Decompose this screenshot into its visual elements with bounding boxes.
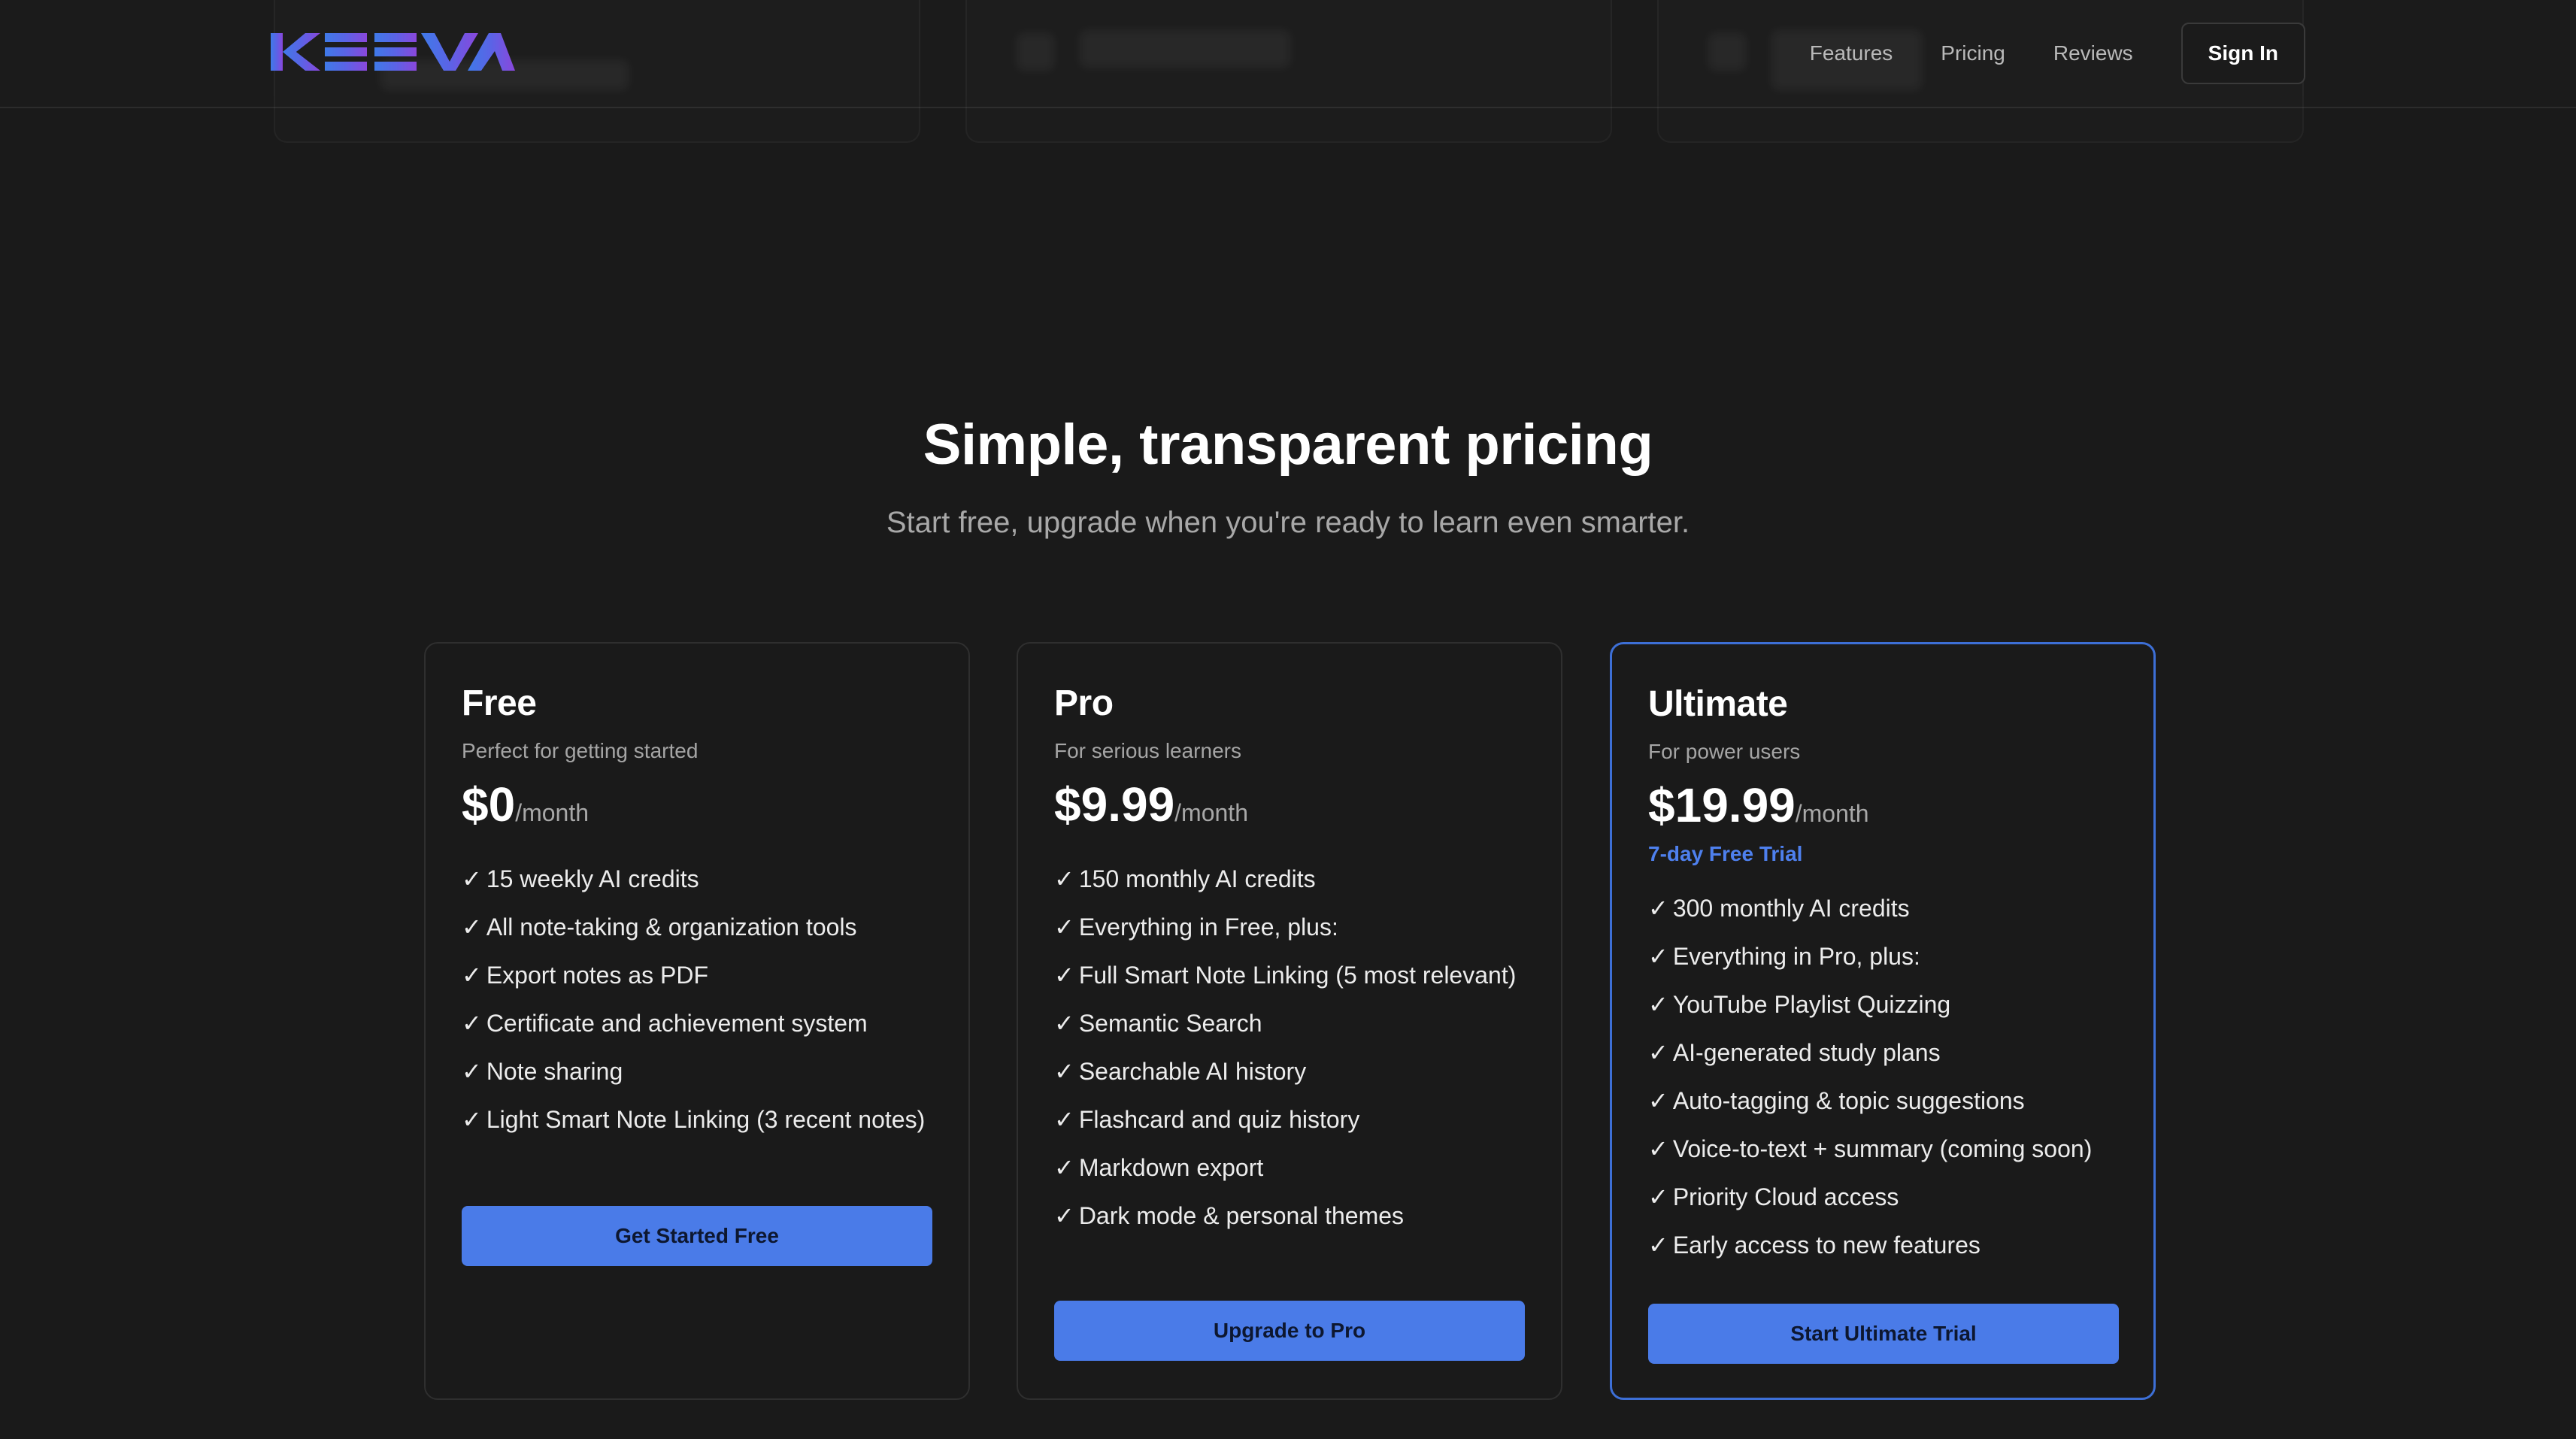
- get-started-free-button[interactable]: Get Started Free: [462, 1206, 932, 1266]
- sign-in-button[interactable]: Sign In: [2181, 23, 2305, 84]
- plan-name: Pro: [1054, 683, 1114, 723]
- checkmark-icon: ✓: [1648, 943, 1668, 970]
- free-trial-badge: 7-day Free Trial: [1648, 842, 1803, 865]
- feature-item: ✓ Everything in Pro, plus:: [1648, 943, 1920, 970]
- faded-feature-card: [965, 0, 1612, 143]
- feature-item: ✓ Certificate and achievement system: [462, 1010, 868, 1037]
- feature-list: ✓ 300 monthly AI credits ✓ Everything in P…: [1648, 890, 2117, 1263]
- feature-list: ✓ 15 weekly AI credits ✓ All note-taking &…: [462, 861, 932, 1138]
- checkmark-icon: ✓: [1648, 1231, 1668, 1259]
- price-row: $0 /month: [462, 777, 932, 832]
- plan-price: $19.99: [1648, 778, 1796, 832]
- checkmark-icon: ✓: [1648, 895, 1668, 922]
- price-period: /month: [1795, 800, 1869, 827]
- plan-price: $0: [462, 777, 516, 832]
- feature-item: ✓ Note sharing: [462, 1058, 623, 1085]
- feature-item: ✓ Light Smart Note Linking (3 recent note…: [462, 1106, 926, 1133]
- feature-item: ✓ Semantic Search: [1054, 1010, 1262, 1037]
- checkmark-icon: ✓: [1648, 1135, 1668, 1162]
- checkmark-icon: ✓: [462, 1106, 482, 1133]
- feature-item: ✓ AI-generated study plans: [1648, 1039, 1941, 1066]
- pricing-title: Simple, transparent pricing: [923, 413, 1653, 477]
- price-row: $9.99 /month: [1054, 777, 1525, 832]
- checkmark-icon: ✓: [1648, 1087, 1668, 1114]
- checkmark-icon: ✓: [1648, 1183, 1668, 1210]
- feature-item: ✓ Export notes as PDF: [462, 962, 709, 989]
- checkmark-icon: ✓: [1054, 1202, 1074, 1229]
- feature-item: ✓ Full Smart Note Linking (5 most relevan…: [1054, 962, 1517, 989]
- upgrade-to-pro-button[interactable]: Upgrade to Pro: [1054, 1301, 1525, 1361]
- feature-item: ✓ All note-taking & organization tools: [462, 913, 857, 941]
- checkmark-icon: ✓: [1054, 1154, 1074, 1181]
- checkmark-icon: ✓: [1054, 962, 1074, 989]
- checkmark-icon: ✓: [1648, 1039, 1668, 1066]
- price-period: /month: [1174, 799, 1248, 826]
- feature-item: ✓ Auto-tagging & topic suggestions: [1648, 1087, 2025, 1114]
- checkmark-icon: ✓: [462, 865, 482, 892]
- checkmark-icon: ✓: [462, 1010, 482, 1037]
- pricing-card-free: Free Perfect for getting started $0 /mon…: [424, 642, 970, 1400]
- feature-item: ✓ Priority Cloud access: [1648, 1183, 1899, 1210]
- logo-wordmark: [271, 33, 515, 71]
- feature-item: ✓ Voice-to-text + summary (coming soon): [1648, 1135, 2093, 1162]
- plan-tagline: Perfect for getting started: [462, 739, 699, 762]
- nav-link-reviews[interactable]: Reviews: [2053, 41, 2133, 65]
- checkmark-icon: ✓: [1054, 913, 1074, 941]
- feature-item: ✓ Searchable AI history: [1054, 1058, 1307, 1085]
- pricing-card-ultimate: Ultimate For power users $19.99 /month 7…: [1610, 642, 2156, 1400]
- price-period: /month: [515, 799, 589, 826]
- checkmark-icon: ✓: [462, 913, 482, 941]
- pricing-card-pro: Pro For serious learners $9.99 /month ✓ 1…: [1017, 642, 1562, 1400]
- plan-tagline: For power users: [1648, 740, 1801, 763]
- checkmark-icon: ✓: [1054, 1106, 1074, 1133]
- checkmark-icon: ✓: [1648, 991, 1668, 1018]
- price-row: $19.99 /month: [1648, 777, 2117, 833]
- nav-link-features[interactable]: Features: [1810, 41, 1893, 65]
- plan-tagline: For serious learners: [1054, 739, 1241, 762]
- top-navigation-bar: Features Pricing Reviews Sign In: [0, 0, 2576, 143]
- feature-item: ✓ Flashcard and quiz history: [1054, 1106, 1360, 1133]
- feature-item: ✓ 150 monthly AI credits: [1054, 865, 1316, 892]
- main-nav: Features Pricing Reviews Sign In: [1810, 23, 2305, 84]
- feature-list: ✓ 150 monthly AI credits ✓ Everything in F…: [1054, 861, 1525, 1234]
- checkmark-icon: ✓: [1054, 865, 1074, 892]
- feature-item: ✓ Markdown export: [1054, 1154, 1264, 1181]
- nav-link-pricing[interactable]: Pricing: [1941, 41, 2005, 65]
- feature-item: ✓ Dark mode & personal themes: [1054, 1202, 1405, 1229]
- feature-item: ✓ Everything in Free, plus:: [1054, 913, 1338, 941]
- feature-item: ✓ Early access to new features: [1648, 1231, 1980, 1259]
- checkmark-icon: ✓: [462, 962, 482, 989]
- checkmark-icon: ✓: [462, 1058, 482, 1085]
- start-ultimate-trial-button[interactable]: Start Ultimate Trial: [1648, 1304, 2119, 1364]
- plan-name: Free: [462, 683, 537, 723]
- plan-name: Ultimate: [1648, 684, 1788, 724]
- plan-price: $9.99: [1054, 777, 1175, 832]
- feature-item: ✓ 15 weekly AI credits: [462, 865, 699, 892]
- keeva-logo[interactable]: [271, 29, 515, 75]
- feature-item: ✓ 300 monthly AI credits: [1648, 895, 1910, 922]
- pricing-subtitle: Start free, upgrade when you're ready to…: [886, 506, 1690, 539]
- checkmark-icon: ✓: [1054, 1058, 1074, 1085]
- checkmark-icon: ✓: [1054, 1010, 1074, 1037]
- feature-item: ✓ YouTube Playlist Quizzing: [1648, 991, 1951, 1018]
